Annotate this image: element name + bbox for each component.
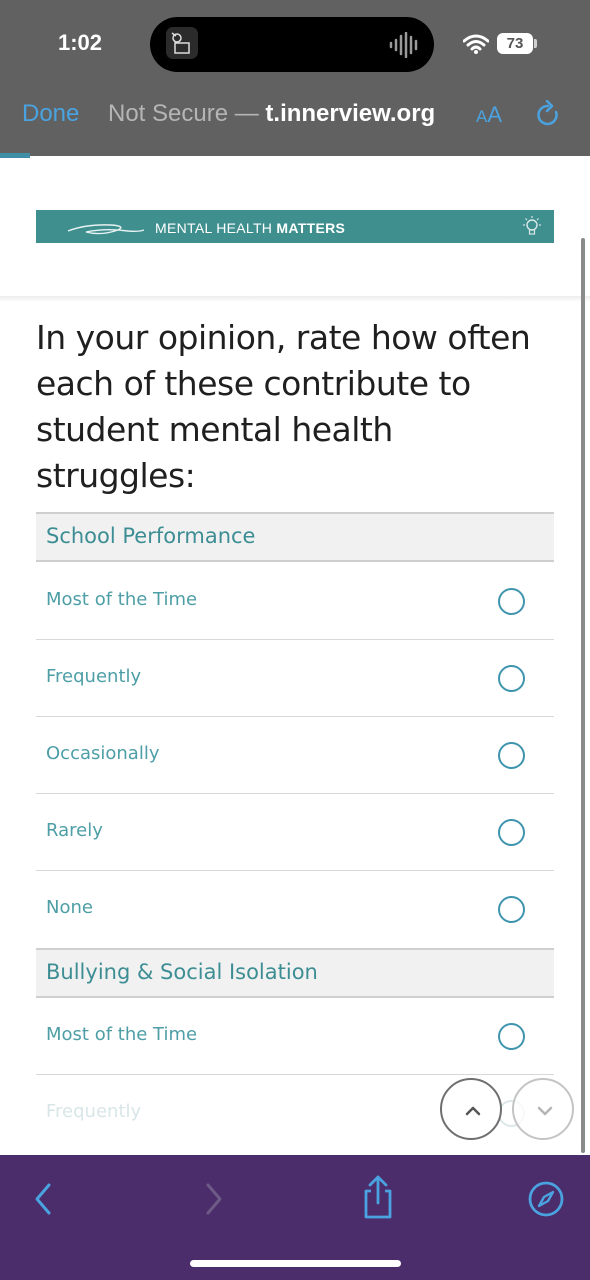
compass-icon[interactable] <box>524 1177 568 1221</box>
radio-button[interactable] <box>498 1023 525 1050</box>
radio-button[interactable] <box>498 665 525 692</box>
battery-tip <box>534 39 537 48</box>
back-icon[interactable] <box>22 1177 66 1221</box>
radio-button[interactable] <box>498 588 525 615</box>
radio-button[interactable] <box>498 742 525 769</box>
text-size-button[interactable]: AA <box>476 102 502 128</box>
share-icon[interactable] <box>356 1173 400 1219</box>
banner-text-bold: MATTERS <box>276 220 346 236</box>
url-domain: t.innerview.org <box>265 100 436 127</box>
lightbulb-icon <box>520 215 544 243</box>
option-row[interactable]: Most of the Time <box>36 998 554 1075</box>
option-label: Rarely <box>46 820 103 841</box>
banner-title: MENTAL HEALTH MATTERS <box>155 220 345 236</box>
option-label: Frequently <box>46 1101 142 1122</box>
scroll-down-button[interactable] <box>512 1078 574 1140</box>
section-header-bullying: Bullying & Social Isolation <box>36 948 554 998</box>
section-header-school-performance: School Performance <box>36 512 554 562</box>
wifi-icon <box>462 34 490 58</box>
chevron-down-icon <box>537 1106 553 1116</box>
app-icon <box>166 27 198 59</box>
header-divider <box>0 296 590 302</box>
section-label: Bullying & Social Isolation <box>46 960 318 984</box>
address-field[interactable]: Not Secure — t.innerview.org <box>108 100 435 128</box>
aa-large: A <box>487 102 503 127</box>
option-label: Occasionally <box>46 743 160 764</box>
option-row[interactable]: Frequently <box>36 640 554 717</box>
forward-icon[interactable] <box>193 1177 237 1221</box>
option-label: None <box>46 897 93 918</box>
option-label: Most of the Time <box>46 1024 198 1045</box>
page-load-progress <box>0 153 30 158</box>
option-row[interactable]: Most of the Time <box>36 563 554 640</box>
scroll-up-button[interactable] <box>440 1078 502 1140</box>
option-row[interactable]: Rarely <box>36 794 554 871</box>
option-row[interactable]: Occasionally <box>36 717 554 794</box>
battery-level: 73 <box>497 33 533 54</box>
radio-button[interactable] <box>498 819 525 846</box>
done-button[interactable]: Done <box>22 100 79 128</box>
option-label: Most of the Time <box>46 589 198 610</box>
signature-logo-icon <box>66 216 146 242</box>
audio-wave-icon <box>388 31 422 62</box>
banner-text-regular: MENTAL HEALTH <box>155 220 273 236</box>
chevron-up-icon <box>465 1106 481 1116</box>
option-row[interactable]: None <box>36 871 554 948</box>
option-label: Frequently <box>46 666 142 687</box>
url-prefix: Not Secure — <box>108 100 266 127</box>
home-indicator[interactable] <box>190 1260 401 1267</box>
question-title: In your opinion, rate how often each of … <box>36 318 531 495</box>
site-banner: MENTAL HEALTH MATTERS <box>36 210 554 243</box>
aa-small: A <box>476 107 488 126</box>
url-bar: Done Not Secure — t.innerview.org AA <box>0 96 590 140</box>
section-label: School Performance <box>46 524 256 548</box>
radio-button[interactable] <box>498 896 525 923</box>
browser-top-chrome: 1:02 73 Done Not Secure — t.innerview.or… <box>0 0 590 158</box>
reload-icon[interactable] <box>534 99 562 134</box>
page-scrollbar[interactable] <box>581 238 585 1153</box>
status-time: 1:02 <box>58 30 103 55</box>
